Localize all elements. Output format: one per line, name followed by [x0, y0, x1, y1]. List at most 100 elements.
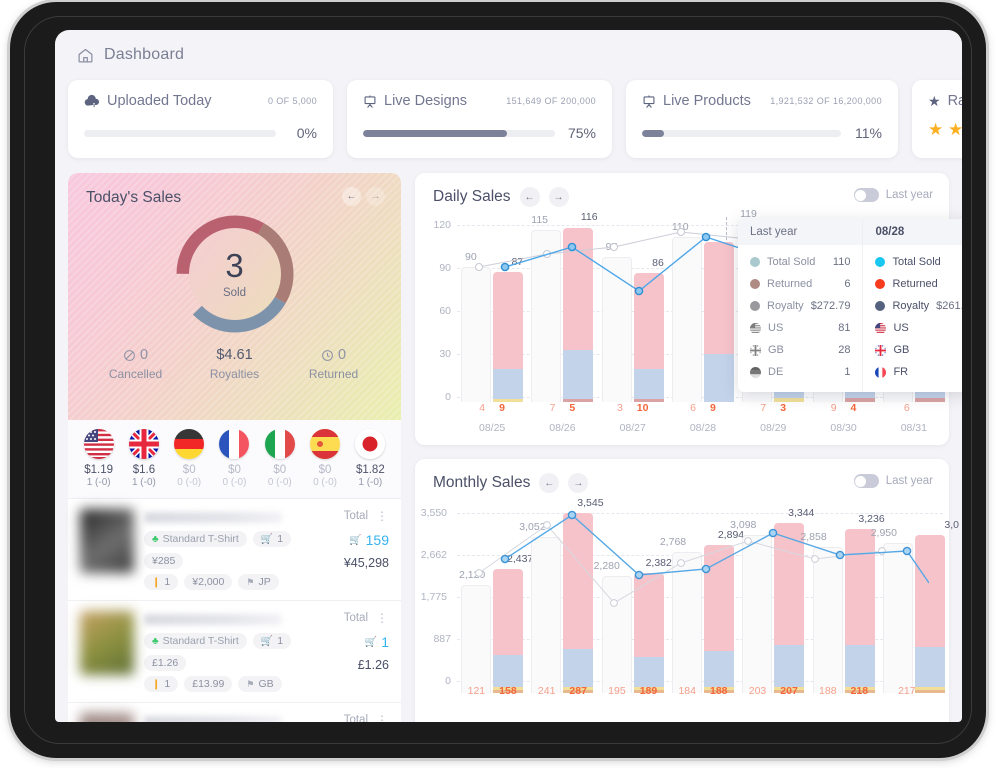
flag-fr-icon [875, 366, 887, 378]
left-column: Today's Sales ← → 3 Sold 0 Cancelled $4.… [68, 173, 401, 722]
donut-center: 3 Sold [188, 228, 281, 320]
kpi-of-text: 151,649 OF 200,000 [506, 96, 596, 106]
monthly-xtick-numbers: 121 158 241 287 195 189 184 188 203 207 188 21… [467, 685, 916, 697]
row-total-money: £1.26 [357, 658, 389, 672]
returned-icon [321, 349, 334, 362]
monthly-trend-lines [475, 510, 929, 607]
donut-value: 3 [225, 247, 244, 284]
monthly-lastyear-toggle[interactable]: Last year [853, 474, 933, 488]
cart-icon: 🛒 [349, 534, 362, 546]
flag-amount: $1.19 [84, 464, 114, 476]
tooltip-row: GB [875, 339, 962, 361]
flag-cell-gb[interactable]: $1.6 1 (-0) [121, 429, 166, 488]
flag-cell-de[interactable]: $0 0 (-0) [167, 429, 212, 488]
monthly-next-button[interactable]: → [568, 473, 589, 493]
kpi-label: Uploaded Today [107, 93, 212, 109]
daily-next-button[interactable]: → [548, 187, 569, 207]
tooltip-row: US [875, 317, 962, 339]
toggle-knob [855, 475, 867, 487]
flag-us-icon [750, 322, 761, 334]
tooltip-column-last-year: Last year Total Sold 110 Returned 6 Royalt… [738, 219, 863, 392]
cart-icon: 🛒 [364, 636, 378, 648]
tablet-screen: Dashboard Uploaded Today 0 OF 5,000 0% L… [55, 30, 962, 722]
tshirt-icon: ♣ [152, 533, 159, 545]
flag-gb-icon [875, 344, 887, 356]
row-menu-button[interactable]: ⋮ [376, 509, 389, 523]
product-name-blurred [144, 716, 283, 722]
chip-label: Standard T-Shirt [162, 635, 239, 647]
row-total-money: ¥45,298 [343, 556, 389, 570]
toggle-label: Last year [885, 189, 933, 201]
easel-icon [363, 94, 377, 109]
todays-sales-card: Today's Sales ← → 3 Sold 0 Cancelled $4.… [68, 173, 401, 420]
donut-chart-wrap: 3 Sold [86, 215, 383, 333]
flag-fr-icon [219, 429, 250, 459]
star-icon: ★ [928, 93, 941, 109]
kpi-of-text: 1,921,532 OF 16,200,000 [770, 96, 882, 106]
chip-label: GB [258, 678, 274, 690]
tooltip-row: Returned [875, 273, 962, 295]
kpi-percent: 0% [296, 125, 317, 141]
list-item[interactable]: ♣ Standard T-Shirt 🛒 1 ¥285 ❙ 1 ¥2,000 ⚑… [68, 499, 401, 601]
kpi-card-uploaded-today[interactable]: Uploaded Today 0 OF 5,000 0% [68, 80, 333, 158]
next-button[interactable]: → [366, 187, 385, 206]
flag-sub: 1 (-0) [131, 477, 156, 488]
person-icon: ❙ [152, 576, 161, 588]
donut-chart: 3 Sold [176, 215, 294, 333]
flag-gb-icon [128, 429, 159, 459]
progress-fill [363, 129, 507, 137]
flag-us-icon [83, 429, 114, 459]
todays-sales-title: Today's Sales [86, 189, 182, 206]
stat-royalties: $4.61 Royalties [185, 347, 284, 381]
progress-track [642, 129, 841, 137]
toggle-switch[interactable] [853, 188, 879, 202]
chip-label: 1 [277, 635, 284, 647]
flag-us-icon [875, 322, 887, 334]
rating-stars: ★ ★ ★ ★ [928, 120, 962, 139]
chip-unit-price: ¥285 [144, 553, 184, 569]
flag-cell-us[interactable]: $1.19 1 (-0) [76, 429, 121, 488]
daily-lastyear-toggle[interactable]: Last year [853, 188, 933, 202]
row-menu-button[interactable]: ⋮ [376, 611, 389, 625]
stat-returned: 0 Returned [284, 347, 383, 381]
flag-amount: $0 [273, 464, 287, 476]
kpi-card-rating[interactable]: ★ Rating ★ ★ ★ ★ [912, 80, 962, 158]
kpi-card-live-designs[interactable]: Live Designs 151,649 OF 200,000 75% [347, 80, 612, 158]
flag-cell-es[interactable]: $0 0 (-0) [302, 429, 347, 488]
monthly-prev-button[interactable]: ← [539, 473, 560, 493]
row-menu-button[interactable]: ⋮ [376, 713, 389, 722]
list-item[interactable]: ♣ Standard T-Shirt 🛒 1 $1.19 [68, 703, 401, 722]
toggle-switch[interactable] [853, 474, 879, 488]
flag-cell-fr[interactable]: $0 0 (-0) [212, 429, 257, 488]
product-thumbnail [80, 713, 134, 722]
flag-outline-icon: ⚑ [246, 678, 255, 689]
flag-cell-it[interactable]: $0 0 (-0) [257, 429, 302, 488]
sales-stats-row: 0 Cancelled $4.61 Royalties 0 Returned [86, 347, 383, 381]
stat-cancelled: 0 Cancelled [86, 347, 185, 381]
daily-sales-card: Daily Sales ← → Last year 120 90 60 30 0… [415, 173, 962, 445]
stat-name: Returned [308, 367, 359, 381]
chip-person-qty: ❙ 1 [144, 676, 179, 692]
daily-prev-button[interactable]: ← [519, 187, 540, 207]
total-label: Total [343, 510, 368, 522]
cancelled-icon [123, 349, 136, 362]
home-icon[interactable] [77, 47, 94, 64]
sales-list: ♣ Standard T-Shirt 🛒 1 ¥285 ❙ 1 ¥2,000 ⚑… [68, 499, 401, 722]
total-label: Total [343, 714, 368, 722]
flag-amount: $0 [182, 464, 196, 476]
list-item[interactable]: ♣ Standard T-Shirt 🛒 1 £1.26 ❙ 1 £13.99 … [68, 601, 401, 703]
product-name-blurred [144, 512, 283, 523]
flag-sub: 1 (-0) [358, 477, 383, 488]
chip-list-price: ¥2,000 [184, 574, 233, 590]
chip-label: 1 [164, 576, 171, 588]
chip-cart-qty: 🛒 1 [252, 531, 292, 547]
tooltip-row: FR [875, 361, 962, 383]
flag-sub: 0 (-0) [313, 477, 337, 488]
todays-sales-nav: ← → [342, 187, 385, 206]
tooltip-row: Total Sold [875, 251, 962, 273]
flag-cell-jp[interactable]: $1.82 1 (-0) [348, 429, 393, 488]
prev-button[interactable]: ← [342, 187, 361, 206]
tooltip-header: Last year [738, 219, 863, 245]
kpi-card-live-products[interactable]: Live Products 1,921,532 OF 16,200,000 11… [626, 80, 898, 158]
progress-fill [642, 129, 664, 137]
